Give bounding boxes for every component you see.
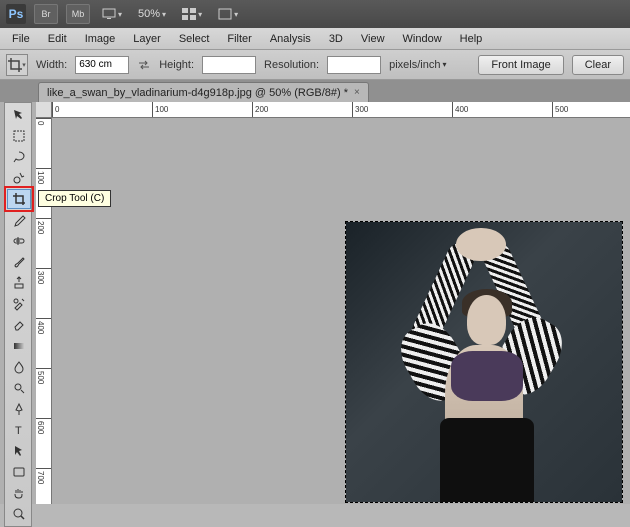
menu-image[interactable]: Image	[77, 31, 124, 47]
ruler-tick: 600	[36, 418, 52, 434]
bridge-button[interactable]: Br	[34, 4, 58, 24]
ruler-tick: 100	[152, 102, 168, 118]
zoom-dropdown[interactable]: 50%	[134, 8, 170, 20]
menu-view[interactable]: View	[353, 31, 393, 47]
toolbox: Crop Tool (C) T	[4, 102, 32, 527]
view-extras-dropdown[interactable]	[98, 8, 126, 20]
ruler-vertical[interactable]: 0 100 200 300 400 500 600 700	[36, 118, 52, 504]
ruler-tick: 200	[252, 102, 268, 118]
gradient-tool[interactable]	[7, 336, 31, 356]
ruler-tick: 400	[36, 318, 52, 334]
eraser-tool[interactable]	[7, 315, 31, 335]
crop-tool[interactable]: Crop Tool (C)	[7, 189, 31, 209]
canvas-selection[interactable]	[346, 222, 622, 502]
swap-icon[interactable]	[137, 58, 151, 72]
height-input[interactable]	[202, 56, 256, 74]
marquee-tool[interactable]	[7, 126, 31, 146]
minibridge-button[interactable]: Mb	[66, 4, 90, 24]
screenmode-dropdown[interactable]	[214, 8, 242, 20]
document-area: 0 100 200 300 400 500 0 100 200 300 400 …	[36, 102, 630, 504]
hand-tool[interactable]	[7, 483, 31, 503]
menu-filter[interactable]: Filter	[219, 31, 259, 47]
menu-select[interactable]: Select	[171, 31, 218, 47]
menu-layer[interactable]: Layer	[125, 31, 169, 47]
grid-icon	[182, 8, 196, 20]
front-image-button[interactable]: Front Image	[478, 55, 563, 75]
options-bar: ▾ Width: Height: Resolution: pixels/inch…	[0, 50, 630, 80]
arrange-dropdown[interactable]	[178, 8, 206, 20]
lasso-tool[interactable]	[7, 147, 31, 167]
history-brush-tool[interactable]	[7, 294, 31, 314]
screen-icon	[102, 8, 116, 20]
ruler-horizontal[interactable]: 0 100 200 300 400 500	[52, 102, 630, 118]
ruler-tick: 300	[352, 102, 368, 118]
ruler-tick: 500	[36, 368, 52, 384]
crop-tooltip: Crop Tool (C)	[38, 190, 111, 207]
type-tool[interactable]: T	[7, 420, 31, 440]
clear-button[interactable]: Clear	[572, 55, 624, 75]
ruler-tick: 300	[36, 268, 52, 284]
crop-tool-preset-icon[interactable]: ▾	[6, 54, 28, 76]
ruler-tick: 0	[52, 102, 59, 118]
screenmode-icon	[218, 8, 232, 20]
crop-icon	[8, 58, 22, 72]
svg-text:T: T	[15, 425, 22, 437]
menu-analysis[interactable]: Analysis	[262, 31, 319, 47]
ruler-tick: 100	[36, 168, 52, 184]
healing-tool[interactable]	[7, 231, 31, 251]
app-logo: Ps	[6, 4, 26, 24]
units-dropdown[interactable]: pixels/inch	[389, 59, 446, 71]
ruler-tick: 700	[36, 468, 52, 484]
document-tab[interactable]: like_a_swan_by_vladinarium-d4g918p.jpg @…	[38, 82, 369, 102]
menu-window[interactable]: Window	[395, 31, 450, 47]
ruler-corner	[36, 102, 52, 118]
zoom-tool[interactable]	[7, 504, 31, 524]
clone-tool[interactable]	[7, 273, 31, 293]
width-input[interactable]	[75, 56, 129, 74]
menu-bar: File Edit Image Layer Select Filter Anal…	[0, 28, 630, 50]
pen-tool[interactable]	[7, 399, 31, 419]
menu-file[interactable]: File	[4, 31, 38, 47]
shape-tool[interactable]	[7, 462, 31, 482]
brush-tool[interactable]	[7, 252, 31, 272]
canvas-image	[346, 222, 622, 502]
menu-help[interactable]: Help	[452, 31, 491, 47]
move-tool[interactable]	[7, 105, 31, 125]
ruler-tick: 500	[552, 102, 568, 118]
path-select-tool[interactable]	[7, 441, 31, 461]
document-tab-title: like_a_swan_by_vladinarium-d4g918p.jpg @…	[47, 87, 348, 99]
width-label: Width:	[36, 59, 67, 71]
ruler-tick: 200	[36, 218, 52, 234]
ruler-tick: 400	[452, 102, 468, 118]
close-tab-icon[interactable]: ×	[354, 87, 360, 98]
menu-edit[interactable]: Edit	[40, 31, 75, 47]
quick-select-tool[interactable]	[7, 168, 31, 188]
blur-tool[interactable]	[7, 357, 31, 377]
ruler-tick: 0	[36, 118, 52, 125]
eyedropper-tool[interactable]	[7, 210, 31, 230]
resolution-input[interactable]	[327, 56, 381, 74]
resolution-label: Resolution:	[264, 59, 319, 71]
dodge-tool[interactable]	[7, 378, 31, 398]
height-label: Height:	[159, 59, 194, 71]
menu-3d[interactable]: 3D	[321, 31, 351, 47]
